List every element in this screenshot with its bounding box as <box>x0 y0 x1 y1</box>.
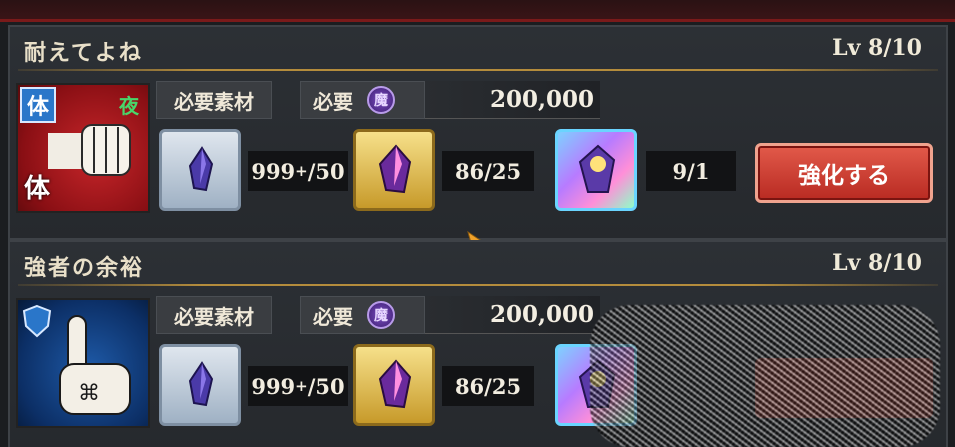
materials-label: 必要素材 <box>156 296 272 334</box>
skill-title: 耐えてよね <box>24 40 143 66</box>
divider <box>18 69 938 71</box>
gold-crystal-icon <box>378 359 412 409</box>
skill-panel-2: 強者の余裕 Lv 8/10 ⌘ 必要素材 必要 魔 200,000 999 +/5… <box>8 240 948 447</box>
skill-icon[interactable]: 体 夜 体 <box>16 83 150 213</box>
type-badge: 体 <box>20 87 56 123</box>
type-label: 体 <box>24 174 51 204</box>
required-label-box: 必要 魔 <box>300 81 425 119</box>
night-badge: 夜 <box>119 93 139 118</box>
svg-text:⌘: ⌘ <box>78 381 100 406</box>
fist-icon <box>48 124 131 176</box>
required-label: 必要 <box>313 304 353 329</box>
material-count-3: 9/1 <box>646 151 736 191</box>
skill-level: Lv 8/10 <box>832 35 922 61</box>
enhance-button-obscured[interactable] <box>755 358 933 418</box>
divider <box>18 284 938 286</box>
enhance-button[interactable]: 強化する <box>755 143 933 203</box>
gold-crystal-icon <box>378 144 412 194</box>
materials-label: 必要素材 <box>156 81 272 119</box>
material-count-1: 999 +/50 <box>248 366 348 406</box>
gem-coin-icon: 魔 <box>367 301 395 329</box>
skill-icon[interactable]: ⌘ <box>16 298 150 428</box>
skill-panel-1: 耐えてよね Lv 8/10 体 夜 体 必要素材 必要 魔 200,000 99… <box>8 25 948 240</box>
gem-coin-icon: 魔 <box>367 86 395 114</box>
material-count-2: 86/25 <box>442 366 534 406</box>
rainbow-crystal-item[interactable] <box>555 344 637 426</box>
cost-amount: 200,000 <box>425 81 600 119</box>
skill-level: Lv 8/10 <box>832 250 922 276</box>
rainbow-crystal-icon <box>578 144 616 193</box>
material-count-2: 86/25 <box>442 151 534 191</box>
silver-crystal-item[interactable] <box>159 344 241 426</box>
required-label-box: 必要 魔 <box>300 296 425 334</box>
rainbow-crystal-item[interactable] <box>555 129 637 211</box>
top-header-bar <box>0 0 955 22</box>
rainbow-crystal-icon <box>578 359 616 408</box>
skill-title: 強者の余裕 <box>24 255 145 281</box>
required-label: 必要 <box>313 89 353 114</box>
gold-crystal-item[interactable] <box>353 129 435 211</box>
silver-crystal-item[interactable] <box>159 129 241 211</box>
silver-crystal-icon <box>188 146 214 192</box>
pointing-finger-icon: ⌘ <box>59 315 131 415</box>
cost-amount: 200,000 <box>425 296 600 334</box>
silver-crystal-icon <box>188 361 214 407</box>
gold-crystal-item[interactable] <box>353 344 435 426</box>
material-count-1: 999 +/50 <box>248 151 348 191</box>
